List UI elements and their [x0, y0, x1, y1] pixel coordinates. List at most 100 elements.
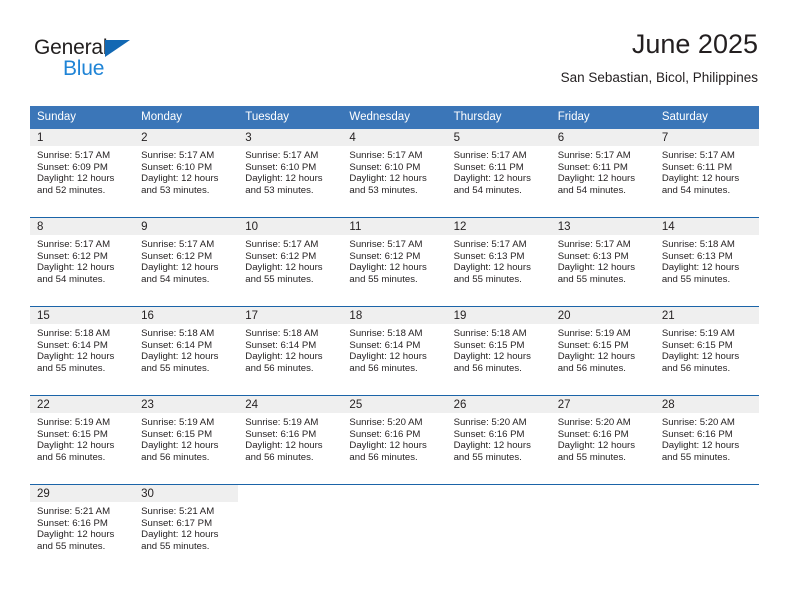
day-number: 25	[342, 396, 447, 413]
day-cell[interactable]: 16 Sunrise: 5:18 AM Sunset: 6:14 PM Dayl…	[134, 307, 239, 395]
daylight-text-line2: and 55 minutes.	[37, 363, 106, 375]
sunrise-text: Sunrise: 5:19 AM	[245, 417, 319, 428]
day-cell[interactable]: 13 Sunrise: 5:17 AM Sunset: 6:13 PM Dayl…	[550, 218, 655, 306]
daylight-text-line2: and 56 minutes.	[557, 363, 626, 375]
daylight-text-line2: and 55 minutes.	[453, 452, 522, 464]
sunrise-text: Sunrise: 5:17 AM	[661, 150, 735, 161]
day-cell[interactable]: 5 Sunrise: 5:17 AM Sunset: 6:11 PM Dayli…	[446, 129, 551, 217]
sunrise-text: Sunrise: 5:17 AM	[349, 239, 423, 250]
day-cell-empty	[238, 485, 343, 573]
day-cell[interactable]: 22 Sunrise: 5:19 AM Sunset: 6:15 PM Dayl…	[30, 396, 135, 484]
daylight-text-line1: Daylight: 12 hours	[37, 529, 115, 541]
daylight-text-line1: Daylight: 12 hours	[557, 173, 636, 185]
sunrise-text: Sunrise: 5:17 AM	[557, 239, 631, 250]
day-number: 12	[446, 218, 551, 235]
day-cell[interactable]: 20 Sunrise: 5:19 AM Sunset: 6:15 PM Dayl…	[550, 307, 655, 395]
sunset-text: Sunset: 6:16 PM	[453, 428, 525, 440]
daylight-text-line1: Daylight: 12 hours	[661, 262, 740, 274]
sunset-text: Sunset: 6:13 PM	[661, 250, 733, 262]
daylight-text-line2: and 52 minutes.	[37, 185, 106, 197]
calendar-page: General Blue June 2025 San Sebastian, Bi…	[0, 0, 792, 612]
weekday-header-wednesday: Wednesday	[349, 111, 410, 123]
day-number: 21	[654, 307, 759, 324]
sunrise-text: Sunrise: 5:17 AM	[245, 150, 319, 161]
daylight-text-line2: and 56 minutes.	[661, 363, 731, 375]
day-cell[interactable]: 3 Sunrise: 5:17 AM Sunset: 6:10 PM Dayli…	[238, 129, 343, 217]
sunset-text: Sunset: 6:12 PM	[141, 250, 213, 262]
day-details: Sunrise: 5:17 AM Sunset: 6:13 PM Dayligh…	[447, 235, 551, 286]
day-cell[interactable]: 18 Sunrise: 5:18 AM Sunset: 6:14 PM Dayl…	[342, 307, 447, 395]
daylight-text-line1: Daylight: 12 hours	[453, 262, 531, 274]
daylight-text-line2: and 54 minutes.	[557, 185, 626, 197]
daylight-text-line1: Daylight: 12 hours	[453, 173, 531, 185]
day-number: 5	[446, 129, 551, 146]
day-cell[interactable]: 1 Sunrise: 5:17 AM Sunset: 6:09 PM Dayli…	[30, 129, 135, 217]
daylight-text-line1: Daylight: 12 hours	[245, 351, 323, 363]
sunrise-text: Sunrise: 5:18 AM	[661, 239, 735, 250]
daylight-text-line1: Daylight: 12 hours	[245, 173, 323, 185]
daylight-text-line1: Daylight: 12 hours	[349, 262, 427, 274]
day-details: Sunrise: 5:19 AM Sunset: 6:16 PM Dayligh…	[238, 413, 342, 464]
day-details: Sunrise: 5:19 AM Sunset: 6:15 PM Dayligh…	[655, 324, 759, 375]
sunrise-text: Sunrise: 5:17 AM	[37, 150, 111, 161]
sunset-text: Sunset: 6:13 PM	[557, 250, 629, 262]
day-cell[interactable]: 9 Sunrise: 5:17 AM Sunset: 6:12 PM Dayli…	[134, 218, 239, 306]
day-details: Sunrise: 5:17 AM Sunset: 6:10 PM Dayligh…	[238, 146, 342, 197]
day-cell[interactable]: 6 Sunrise: 5:17 AM Sunset: 6:11 PM Dayli…	[550, 129, 655, 217]
day-details: Sunrise: 5:18 AM Sunset: 6:14 PM Dayligh…	[238, 324, 342, 375]
daylight-text-line1: Daylight: 12 hours	[37, 440, 115, 452]
day-cell[interactable]: 10 Sunrise: 5:17 AM Sunset: 6:12 PM Dayl…	[238, 218, 343, 306]
general-blue-logo: General Blue	[34, 36, 164, 82]
day-cell[interactable]: 14 Sunrise: 5:18 AM Sunset: 6:13 PM Dayl…	[654, 218, 759, 306]
daylight-text-line1: Daylight: 12 hours	[37, 351, 115, 363]
day-cell[interactable]: 26 Sunrise: 5:20 AM Sunset: 6:16 PM Dayl…	[446, 396, 551, 484]
daylight-text-line2: and 54 minutes.	[453, 185, 522, 197]
sunset-text: Sunset: 6:10 PM	[245, 161, 317, 173]
day-cell[interactable]: 29 Sunrise: 5:21 AM Sunset: 6:16 PM Dayl…	[30, 485, 135, 573]
day-cell[interactable]: 30 Sunrise: 5:21 AM Sunset: 6:17 PM Dayl…	[134, 485, 239, 573]
day-cell[interactable]: 12 Sunrise: 5:17 AM Sunset: 6:13 PM Dayl…	[446, 218, 551, 306]
sunset-text: Sunset: 6:13 PM	[453, 250, 525, 262]
day-number: 22	[30, 396, 135, 413]
page-subtitle: San Sebastian, Bicol, Philippines	[560, 70, 758, 85]
day-cell[interactable]: 4 Sunrise: 5:17 AM Sunset: 6:10 PM Dayli…	[342, 129, 447, 217]
daylight-text-line2: and 55 minutes.	[557, 452, 626, 464]
day-cell[interactable]: 7 Sunrise: 5:17 AM Sunset: 6:11 PM Dayli…	[654, 129, 759, 217]
sunset-text: Sunset: 6:14 PM	[349, 339, 421, 351]
sunrise-text: Sunrise: 5:20 AM	[453, 417, 527, 428]
sunset-text: Sunset: 6:11 PM	[453, 161, 524, 173]
day-cell[interactable]: 24 Sunrise: 5:19 AM Sunset: 6:16 PM Dayl…	[238, 396, 343, 484]
day-cell[interactable]: 27 Sunrise: 5:20 AM Sunset: 6:16 PM Dayl…	[550, 396, 655, 484]
day-cell[interactable]: 8 Sunrise: 5:17 AM Sunset: 6:12 PM Dayli…	[30, 218, 135, 306]
sunset-text: Sunset: 6:16 PM	[557, 428, 629, 440]
sunrise-text: Sunrise: 5:17 AM	[453, 239, 527, 250]
weekday-header-row: Sunday Monday Tuesday Wednesday Thursday…	[30, 106, 759, 129]
daylight-text-line2: and 56 minutes.	[349, 363, 418, 375]
day-cell[interactable]: 28 Sunrise: 5:20 AM Sunset: 6:16 PM Dayl…	[654, 396, 759, 484]
day-cell[interactable]: 25 Sunrise: 5:20 AM Sunset: 6:16 PM Dayl…	[342, 396, 447, 484]
week-row: 22 Sunrise: 5:19 AM Sunset: 6:15 PM Dayl…	[30, 395, 759, 484]
day-cell[interactable]: 21 Sunrise: 5:19 AM Sunset: 6:15 PM Dayl…	[654, 307, 759, 395]
daylight-text-line2: and 56 minutes.	[245, 363, 314, 375]
day-cell[interactable]: 11 Sunrise: 5:17 AM Sunset: 6:12 PM Dayl…	[342, 218, 447, 306]
sunset-text: Sunset: 6:12 PM	[37, 250, 108, 262]
day-number: 24	[238, 396, 343, 413]
sunrise-text: Sunrise: 5:20 AM	[557, 417, 631, 428]
daylight-text-line2: and 55 minutes.	[349, 274, 418, 286]
sunrise-text: Sunrise: 5:17 AM	[37, 239, 111, 250]
day-cell[interactable]: 2 Sunrise: 5:17 AM Sunset: 6:10 PM Dayli…	[134, 129, 239, 217]
daylight-text-line2: and 55 minutes.	[661, 274, 731, 286]
day-number: 19	[446, 307, 551, 324]
daylight-text-line2: and 54 minutes.	[661, 185, 731, 197]
daylight-text-line2: and 56 minutes.	[349, 452, 418, 464]
day-cell[interactable]: 17 Sunrise: 5:18 AM Sunset: 6:14 PM Dayl…	[238, 307, 343, 395]
daylight-text-line1: Daylight: 12 hours	[661, 440, 740, 452]
day-cell[interactable]: 15 Sunrise: 5:18 AM Sunset: 6:14 PM Dayl…	[30, 307, 135, 395]
day-cell[interactable]: 23 Sunrise: 5:19 AM Sunset: 6:15 PM Dayl…	[134, 396, 239, 484]
sunrise-text: Sunrise: 5:20 AM	[661, 417, 735, 428]
daylight-text-line1: Daylight: 12 hours	[453, 440, 531, 452]
day-details: Sunrise: 5:17 AM Sunset: 6:11 PM Dayligh…	[655, 146, 759, 197]
daylight-text-line2: and 55 minutes.	[245, 274, 314, 286]
day-cell[interactable]: 19 Sunrise: 5:18 AM Sunset: 6:15 PM Dayl…	[446, 307, 551, 395]
daylight-text-line2: and 56 minutes.	[245, 452, 314, 464]
